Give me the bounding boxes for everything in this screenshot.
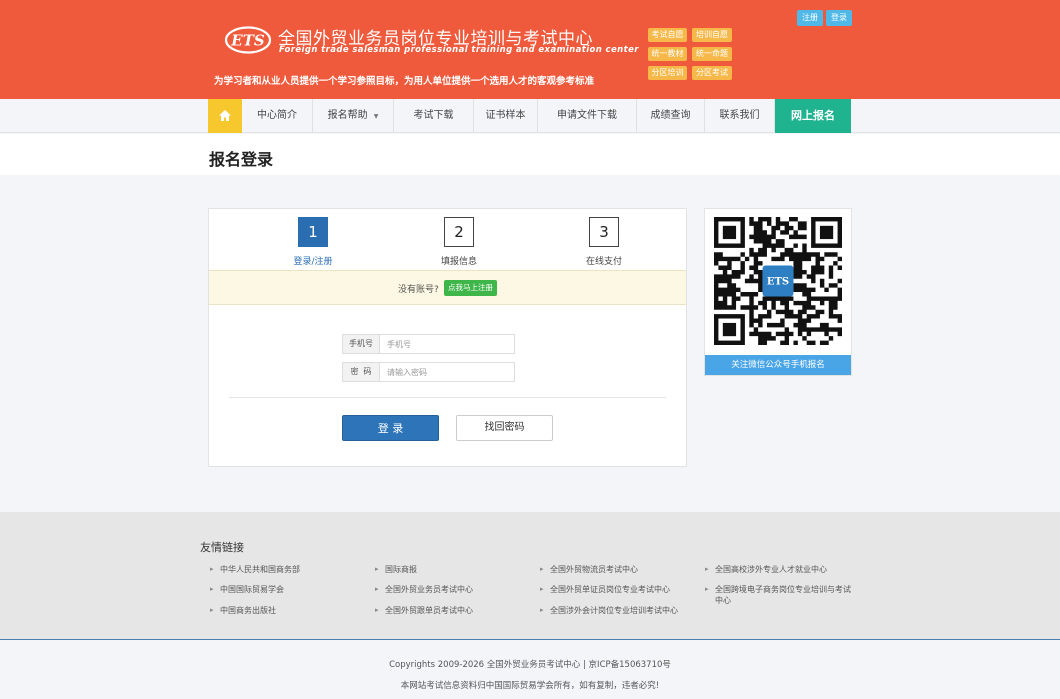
step-1-number: 1 — [298, 217, 328, 247]
step-3-number: 3 — [589, 217, 619, 247]
password-label: 密 码 — [343, 363, 380, 381]
site-footer: Copyrights 2009-2026 全国外贸业务员考试中心 | 京ICP备… — [0, 641, 1060, 699]
friend-link[interactable]: 中华人民共和国商务部 — [210, 564, 300, 575]
nav-item-scores[interactable]: 成绩查询 — [637, 99, 705, 133]
online-registration-button[interactable]: 网上报名 — [775, 99, 851, 133]
login-card: 1 登录/注册 2 填报信息 3 在线支付 没有账号? 点我马上注册 手机号 密… — [208, 208, 687, 467]
page-title: 报名登录 — [209, 150, 274, 169]
friend-link[interactable]: 全国外贸单证员岗位专业考试中心 — [540, 584, 670, 595]
friend-link[interactable]: 全国跨境电子商务岗位专业培训与考试中心 — [705, 584, 855, 606]
svg-text:ETS: ETS — [767, 277, 789, 288]
phone-field: 手机号 — [342, 334, 515, 354]
form-divider — [229, 397, 666, 398]
friend-link[interactable]: 全国涉外会计岗位专业培训考试中心 — [540, 605, 678, 616]
step-1-label: 登录/注册 — [293, 257, 333, 267]
friend-link[interactable]: 全国外贸跟单员考试中心 — [375, 605, 473, 616]
friend-link[interactable]: 中国商务出版社 — [210, 605, 276, 616]
nav-item-certificate[interactable]: 证书样本 — [474, 99, 538, 133]
tag-badge: 分区考试 — [692, 66, 732, 80]
caret-down-icon: ▼ — [373, 113, 379, 120]
nav-item-help[interactable]: 报名帮助 ▼ — [313, 99, 394, 133]
friend-link[interactable]: 全国外贸物流员考试中心 — [540, 564, 638, 575]
tag-badge: 统一命题 — [692, 47, 732, 61]
step-2-label: 填报信息 — [440, 257, 477, 267]
friend-link[interactable]: 中国国际贸易学会 — [210, 584, 284, 595]
friend-link[interactable]: 全国高校涉外专业人才就业中心 — [705, 564, 827, 575]
register-now-button[interactable]: 点我马上注册 — [444, 280, 497, 296]
friend-link[interactable]: 全国外贸业务员考试中心 — [375, 584, 473, 595]
register-notice: 没有账号? 点我马上注册 — [209, 270, 686, 305]
friend-link[interactable]: 国际商报 — [375, 564, 417, 575]
nav-item-about[interactable]: 中心简介 — [242, 99, 313, 133]
site-header: ETS 全国外贸业务员岗位专业培训与考试中心 Foreign trade sal… — [0, 0, 1060, 99]
copyright-notice: 本网站考试信息资料归中国国际贸易学会所有，如有复制，违者必究! — [400, 681, 660, 691]
copyright-text: Copyrights 2009-2026 全国外贸业务员考试中心 | 京ICP备… — [389, 660, 671, 670]
nav-item-documents[interactable]: 申请文件下载 — [538, 99, 637, 133]
password-field: 密 码 — [342, 362, 515, 382]
step-2-number: 2 — [444, 217, 474, 247]
site-slogan: 为学习者和从业人员提供一个学习参照目标，为用人单位提供一个选用人才的客观参考标准 — [214, 76, 595, 87]
site-subtitle: Foreign trade salesman professional trai… — [279, 45, 639, 55]
login-link[interactable]: 登录 — [826, 10, 852, 26]
nav-home[interactable] — [208, 99, 242, 133]
tag-badge: 统一教材 — [648, 47, 687, 61]
step-3-label: 在线支付 — [585, 257, 622, 267]
links-title: 友情链接 — [200, 541, 244, 554]
nav-item-contact[interactable]: 联系我们 — [705, 99, 775, 133]
qr-code-icon: ETS — [714, 217, 842, 345]
tag-badge: 培训自愿 — [692, 28, 732, 42]
main-nav: 中心简介 报名帮助 ▼ 考试下载 证书样本 申请文件下载 成绩查询 联系我们 网… — [0, 99, 1060, 133]
step-indicator: 1 登录/注册 2 填报信息 3 在线支付 — [209, 209, 686, 270]
friend-links: 友情链接 中华人民共和国商务部 中国国际贸易学会 中国商务出版社 国际商报 全国… — [0, 512, 1060, 640]
find-password-button[interactable]: 找回密码 — [456, 415, 553, 441]
password-input[interactable] — [381, 363, 514, 381]
home-icon — [219, 110, 231, 121]
tag-badge: 分区培训 — [648, 66, 687, 80]
svg-text:ETS: ETS — [230, 32, 265, 50]
title-bar: 报名登录 — [0, 134, 1060, 175]
qr-caption: 关注微信公众号手机报名 — [705, 355, 851, 375]
register-link[interactable]: 注册 — [797, 10, 823, 26]
nav-item-download[interactable]: 考试下载 — [394, 99, 474, 133]
nav-item-help-label: 报名帮助 — [327, 110, 368, 121]
tag-badge: 考试自愿 — [648, 28, 687, 42]
no-account-text: 没有账号? — [398, 285, 439, 295]
ets-logo-icon[interactable]: ETS — [224, 26, 272, 54]
qr-card: ETS 关注微信公众号手机报名 — [704, 208, 852, 376]
phone-input[interactable] — [381, 335, 514, 353]
phone-label: 手机号 — [343, 335, 380, 353]
login-button[interactable]: 登 录 — [342, 415, 439, 441]
